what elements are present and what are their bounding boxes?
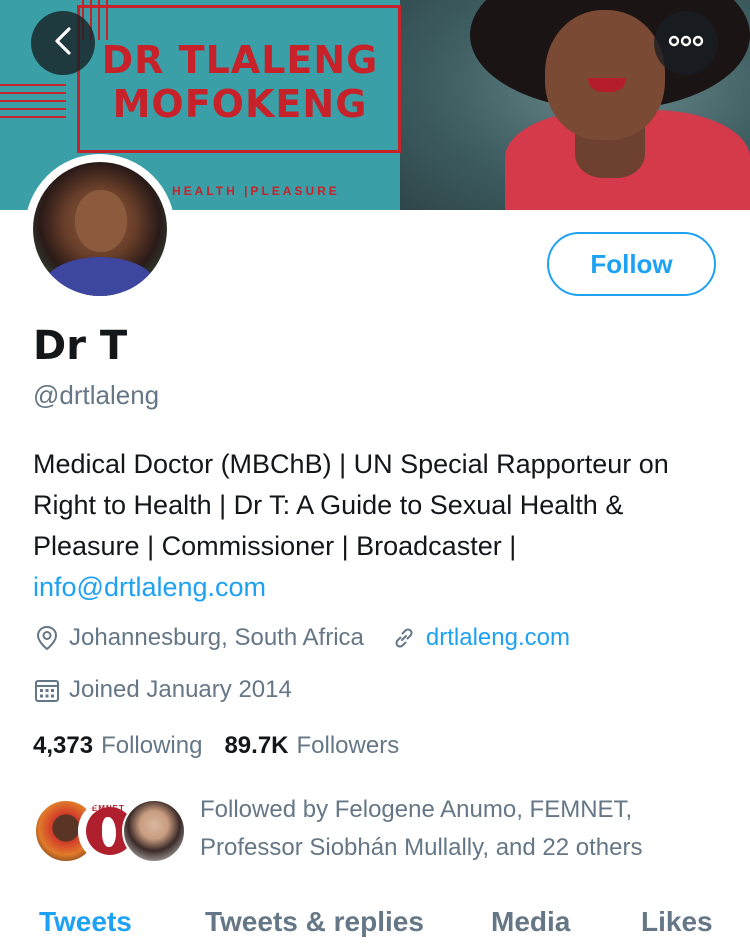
profile-location: Johannesburg, South Africa	[69, 624, 364, 651]
bio-email-link[interactable]: info@drtlaleng.com	[33, 572, 266, 602]
avatar-photo	[33, 162, 167, 296]
avatar	[122, 799, 186, 863]
avatar-shirt	[43, 257, 157, 296]
tab-likes[interactable]: Likes	[641, 906, 713, 938]
profile-meta-row: Johannesburg, South Africa drtlaleng.com	[33, 624, 570, 652]
link-icon	[390, 624, 418, 652]
location-pin-icon	[33, 624, 61, 652]
follow-button[interactable]: Follow	[547, 232, 716, 296]
website-link[interactable]: drtlaleng.com	[426, 624, 570, 652]
profile-joined: Joined January 2014	[69, 676, 292, 703]
profile-website[interactable]: drtlaleng.com	[390, 624, 570, 652]
banner-tagline: HEALTH |PLEASURE	[172, 184, 340, 198]
banner-title-line: DR TLALENG	[101, 38, 379, 82]
banner-decoration	[0, 84, 66, 118]
following-label: Following	[101, 732, 203, 759]
more-horizontal-icon	[668, 34, 704, 52]
banner-title: DR TLALENG MOFOKENG	[85, 38, 395, 126]
profile-meta-row: Joined January 2014	[33, 676, 292, 704]
followers-stat[interactable]: 89.7K Followers	[224, 732, 399, 760]
banner-title-line: MOFOKENG	[112, 82, 368, 126]
banner-face	[545, 10, 665, 140]
followers-count: 89.7K	[224, 732, 289, 759]
back-button[interactable]	[31, 11, 95, 75]
tab-tweets-replies[interactable]: Tweets & replies	[205, 906, 424, 938]
followed-by-avatars[interactable]: FEMNET	[34, 799, 186, 865]
more-options-button[interactable]	[654, 11, 718, 75]
chevron-left-icon	[52, 26, 74, 61]
tab-media[interactable]: Media	[491, 906, 570, 938]
following-count: 4,373	[33, 732, 94, 759]
followers-label: Followers	[296, 732, 400, 759]
bio-text: Medical Doctor (MBChB) | UN Special Rapp…	[33, 449, 669, 561]
avatar-face	[75, 190, 127, 252]
followed-by-text[interactable]: Followed by Felogene Anumo, FEMNET, Prof…	[200, 791, 730, 867]
profile-name: Dr T	[33, 323, 128, 369]
profile-tabs: Tweets Tweets & replies Media Likes	[0, 896, 750, 948]
profile-handle: @drtlaleng	[33, 380, 160, 410]
profile-avatar[interactable]	[25, 154, 175, 304]
profile-stats: 4,373 Following 89.7K Followers	[33, 732, 399, 760]
tab-tweets[interactable]: Tweets	[39, 906, 132, 938]
avatar-badge-text: FEMNET	[86, 804, 125, 813]
profile-bio: Medical Doctor (MBChB) | UN Special Rapp…	[33, 444, 733, 608]
calendar-icon	[33, 676, 61, 704]
following-stat[interactable]: 4,373 Following	[33, 732, 202, 760]
